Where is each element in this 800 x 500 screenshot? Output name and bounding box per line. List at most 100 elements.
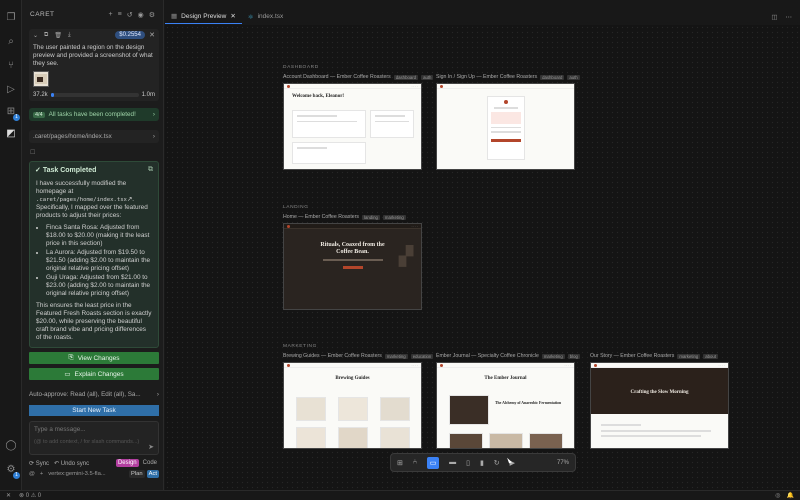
brand-logo-icon [594,363,597,367]
delete-icon[interactable]: 🗑 [54,32,62,39]
post-card [529,433,563,448]
list-item: Finca Santa Rosa: Adjusted from $18.00 t… [46,224,152,248]
frame-account-dashboard[interactable]: · · · · Welcome back, Eleanor! [283,83,422,170]
post-title: The Alchemy of Anaerobic Fermentation [495,401,562,405]
code-mode-toggle[interactable]: Code [141,459,159,467]
task-description: The user painted a region on the design … [33,44,153,67]
ide-window: ❐ ⌕ ⑂ ▷ ⊞ 1 ◩ ◯ ⚙ 1 CARET + ≡ ↺ ◉ ⚙ ⌄ ⧉ 🗑 … [0,0,800,500]
grid-view-icon[interactable]: ⊞ [397,459,403,467]
context-progress-bar [50,92,139,97]
caret-icon[interactable]: ◩ [5,128,17,140]
auto-approve-row[interactable]: Auto-approve: Read (all), Edit (all), Sa… [29,391,159,400]
auto-approve-label: Auto-approve: Read (all), Edit (all), Sa… [29,391,141,398]
close-task-icon[interactable]: ✕ [149,31,155,39]
frame-home[interactable]: · · · · Rituals, Coaxed from the Coffee … [283,223,422,310]
run-debug-icon[interactable]: ▷ [5,84,17,96]
chat-icon: ▭ [64,371,71,378]
frame-title: Our Story — Ember Coffee Roasters [590,353,675,359]
copy-result-icon[interactable]: ⧉ [148,166,153,174]
problems-indicator[interactable]: ⊗ 0 ⚠ 0 [19,492,41,499]
file-path-row[interactable]: .caret/pages/home/index.tsx › [29,130,159,143]
mobile-view-icon[interactable]: ▮ [480,459,484,467]
account-icon[interactable]: ◯ [5,440,17,452]
section-label-marketing: MARKETING [283,344,317,349]
start-new-task-button[interactable]: Start New Task [29,405,159,416]
frame-tag: dashboard [393,74,419,80]
sync-button[interactable]: ⟳ Sync [29,460,49,467]
frame-tag: landing [362,214,380,220]
settings-gear-icon[interactable]: ⚙ 1 [5,464,20,479]
close-tab-icon[interactable]: ✕ [230,12,235,20]
frame-ember-journal[interactable]: · · · · The Ember Journal The Alchemy of… [436,362,575,449]
tab-label: Design Preview [181,12,227,20]
frame-label-home: Home — Ember Coffee Roasters landing mar… [283,214,406,220]
message-input[interactable]: Type a message... (@ to add context, / f… [29,421,159,455]
explain-changes-label: Explain Changes [74,370,124,378]
explain-changes-button[interactable]: ▭ Explain Changes [29,368,159,380]
frame-tag: marketing [677,353,701,359]
flow-icon[interactable]: ⑃ [413,459,417,466]
new-task-icon[interactable]: + [109,11,113,19]
intro-path[interactable]: .caret/pages/home/index.tsx [36,197,127,203]
mention-icon[interactable]: @ [29,471,35,477]
notifications-bell-icon[interactable]: 🔔 [787,492,794,499]
frame-label-signin: Sign In / Sign Up — Ember Coffee Roaster… [436,74,580,80]
copilot-icon[interactable]: ◎ [775,492,780,499]
source-control-icon[interactable]: ⑂ [5,60,17,72]
diff-icon: ⎘ [68,354,74,361]
undo-sync-label: Undo sync [60,460,90,467]
view-changes-button[interactable]: ⎘ View Changes [29,352,159,364]
warning-count: 0 [37,493,42,499]
laptop-view-icon[interactable]: ▬ [449,459,456,466]
undo-sync-button[interactable]: ↶ Undo sync [54,460,89,467]
frame-title: Account Dashboard — Ember Coffee Roaster… [283,74,391,80]
orders-card [370,110,414,138]
sync-label: Sync [35,460,50,467]
post-card [449,433,483,448]
tab-design-preview[interactable]: ▦ Design Preview ✕ [165,9,242,24]
message-hint: (@ to add context, / for slash commands.… [34,439,140,445]
section-label-landing: LANDING [283,205,309,210]
tab-index-tsx[interactable]: ⚛ index.tsx [242,9,289,24]
sync-row: ⟳ Sync ↶ Undo sync Design Code [29,458,159,468]
screenshot-thumbnail[interactable] [33,71,49,87]
account-circle-icon[interactable]: ◉ [138,11,144,19]
frame-our-story[interactable]: · · · · Crafting the Slow Morning [590,362,729,449]
collapse-chevron-icon[interactable]: ⌄ [33,32,38,39]
task-progress-badge: 4/4 [33,111,45,118]
tablet-view-icon[interactable]: ▯ [466,459,470,467]
model-row: @ + vertex:gemini-3.5-fla... Plan Act [29,469,159,478]
zoom-level[interactable]: 77% [557,460,569,466]
send-icon[interactable]: ➤ [148,443,154,451]
plan-mode-toggle[interactable]: Plan [129,469,145,478]
cafe-sign-graphic: ▞ [399,246,413,266]
more-actions-icon[interactable]: ⋯ [786,13,793,21]
act-mode-toggle[interactable]: Act [146,469,159,478]
guide-card [380,427,410,448]
frame-brewing-guides[interactable]: · · · · Brewing Guides [283,362,422,449]
mcp-icon[interactable]: ≡ [118,11,122,19]
design-mode-toggle[interactable]: Design [115,459,139,467]
frame-tag: marketing [382,214,406,220]
split-editor-icon[interactable]: ◫ [771,13,777,21]
history-icon[interactable]: ↺ [127,11,133,19]
task-progress-row[interactable]: 4/4 All tasks have been completed! › [29,108,159,121]
subscription-card [292,110,366,138]
extensions-icon[interactable]: ⊞ 1 [5,106,20,121]
copy-icon[interactable]: ⧉ [44,32,48,39]
export-icon[interactable]: ⤓ [68,32,71,39]
remote-icon[interactable]: ✕ [6,492,11,499]
design-canvas[interactable]: DASHBOARD LANDING MARKETING Account Dash… [165,25,800,490]
refresh-icon[interactable]: ↻ [494,459,500,467]
frame-sign-in[interactable] [436,83,575,170]
frame-tag: auth [567,74,580,80]
price-change-list: Finca Santa Rosa: Adjusted from $18.00 t… [36,224,152,298]
desktop-view-icon[interactable]: ▭ [427,456,440,469]
settings-icon[interactable]: ⚙ [149,11,155,19]
model-selector[interactable]: vertex:gemini-3.5-fla... [48,471,105,477]
search-icon[interactable]: ⌕ [5,36,17,48]
file-path: .caret/pages/home/index.tsx [33,133,112,140]
add-icon[interactable]: + [40,471,43,477]
explorer-icon[interactable]: ❐ [5,12,17,24]
section-label-dashboard: DASHBOARD [283,65,319,70]
